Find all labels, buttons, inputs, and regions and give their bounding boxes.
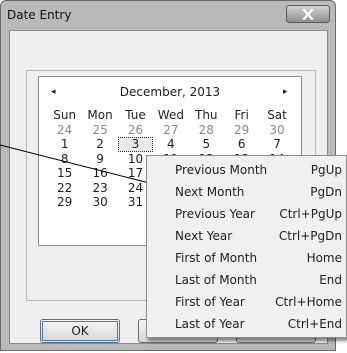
calendar-week-row: 24 25 26 27 28 29 30 [47, 123, 295, 138]
calendar-day[interactable]: 1 [47, 137, 82, 152]
close-button[interactable] [286, 5, 330, 23]
weekday-label: Fri [234, 108, 249, 122]
calendar-header: ◂ December, 2013 ▸ [39, 85, 301, 101]
calendar-day[interactable]: 27 [153, 123, 188, 138]
menu-item-shortcut: PgUp [310, 163, 342, 177]
calendar-day[interactable]: 5 [189, 137, 224, 152]
calendar-day[interactable]: 22 [47, 181, 82, 196]
menu-item-label: Previous Year [175, 207, 255, 221]
menu-item-shortcut: Ctrl+End [287, 317, 342, 331]
menu-item-next-month[interactable]: Next Month PgDn [175, 182, 342, 202]
menu-item-previous-month[interactable]: Previous Month PgUp [175, 160, 342, 180]
window-title: Date Entry [7, 8, 72, 22]
title-bar[interactable]: Date Entry [1, 1, 335, 29]
menu-item-label: Last of Month [175, 273, 257, 287]
calendar-week-row: 1 2 3 4 5 6 7 [47, 137, 295, 152]
menu-item-label: Next Month [175, 185, 245, 199]
calendar-day[interactable]: 29 [47, 195, 82, 210]
weekday-label: Sun [53, 108, 77, 122]
menu-item-label: Last of Year [175, 317, 245, 331]
calendar-day[interactable]: 9 [82, 152, 117, 167]
calendar-day[interactable]: 8 [47, 152, 82, 167]
menu-item-last-of-month[interactable]: Last of Month End [175, 270, 342, 290]
calendar-day[interactable]: 30 [82, 195, 117, 210]
menu-item-label: Previous Month [175, 163, 268, 177]
calendar-day[interactable]: 6 [224, 137, 259, 152]
calendar-day[interactable]: 4 [153, 137, 188, 152]
calendar-day[interactable]: 26 [118, 123, 153, 138]
calendar-day[interactable]: 28 [189, 123, 224, 138]
weekday-label: Mon [87, 108, 113, 122]
menu-item-shortcut: End [319, 273, 342, 287]
ok-button[interactable]: OK [40, 319, 120, 343]
menu-item-label: Next Year [175, 229, 233, 243]
calendar-day[interactable]: 25 [82, 123, 117, 138]
menu-item-last-of-year[interactable]: Last of Year Ctrl+End [175, 314, 342, 334]
calendar-day[interactable]: 24 [47, 123, 82, 138]
menu-item-shortcut: Ctrl+PgUp [279, 207, 342, 221]
menu-item-shortcut: Home [306, 251, 342, 265]
weekday-label: Sat [267, 108, 287, 122]
menu-item-next-year[interactable]: Next Year Ctrl+PgDn [175, 226, 342, 246]
calendar-day[interactable]: 30 [259, 123, 294, 138]
menu-item-first-of-year[interactable]: First of Year Ctrl+Home [175, 292, 342, 312]
menu-item-previous-year[interactable]: Previous Year Ctrl+PgUp [175, 204, 342, 224]
menu-item-shortcut: Ctrl+PgDn [278, 229, 342, 243]
calendar-day[interactable]: 2 [82, 137, 117, 152]
menu-item-shortcut: Ctrl+Home [275, 295, 342, 309]
menu-item-label: First of Year [175, 295, 245, 309]
weekday-label: Tue [125, 108, 146, 122]
calendar-day[interactable]: 16 [82, 166, 117, 181]
menu-item-label: First of Month [175, 251, 258, 265]
close-icon [302, 9, 314, 20]
calendar-day[interactable]: 7 [259, 137, 294, 152]
calendar-day-selected[interactable]: 3 [117, 137, 154, 152]
menu-item-first-of-month[interactable]: First of Month Home [175, 248, 342, 268]
weekday-label: Wed [157, 108, 184, 122]
month-year-label[interactable]: December, 2013 [39, 85, 301, 99]
calendar-day[interactable]: 29 [224, 123, 259, 138]
calendar-context-menu: Previous Month PgUp Next Month PgDn Prev… [146, 155, 347, 338]
calendar-day[interactable]: 15 [47, 166, 82, 181]
next-month-arrow-icon[interactable]: ▸ [283, 87, 288, 97]
weekday-header-row: Sun Mon Tue Wed Thu Fri Sat [47, 108, 295, 123]
menu-item-shortcut: PgDn [310, 185, 342, 199]
weekday-label: Thu [194, 108, 218, 122]
calendar-day[interactable]: 23 [82, 181, 117, 196]
